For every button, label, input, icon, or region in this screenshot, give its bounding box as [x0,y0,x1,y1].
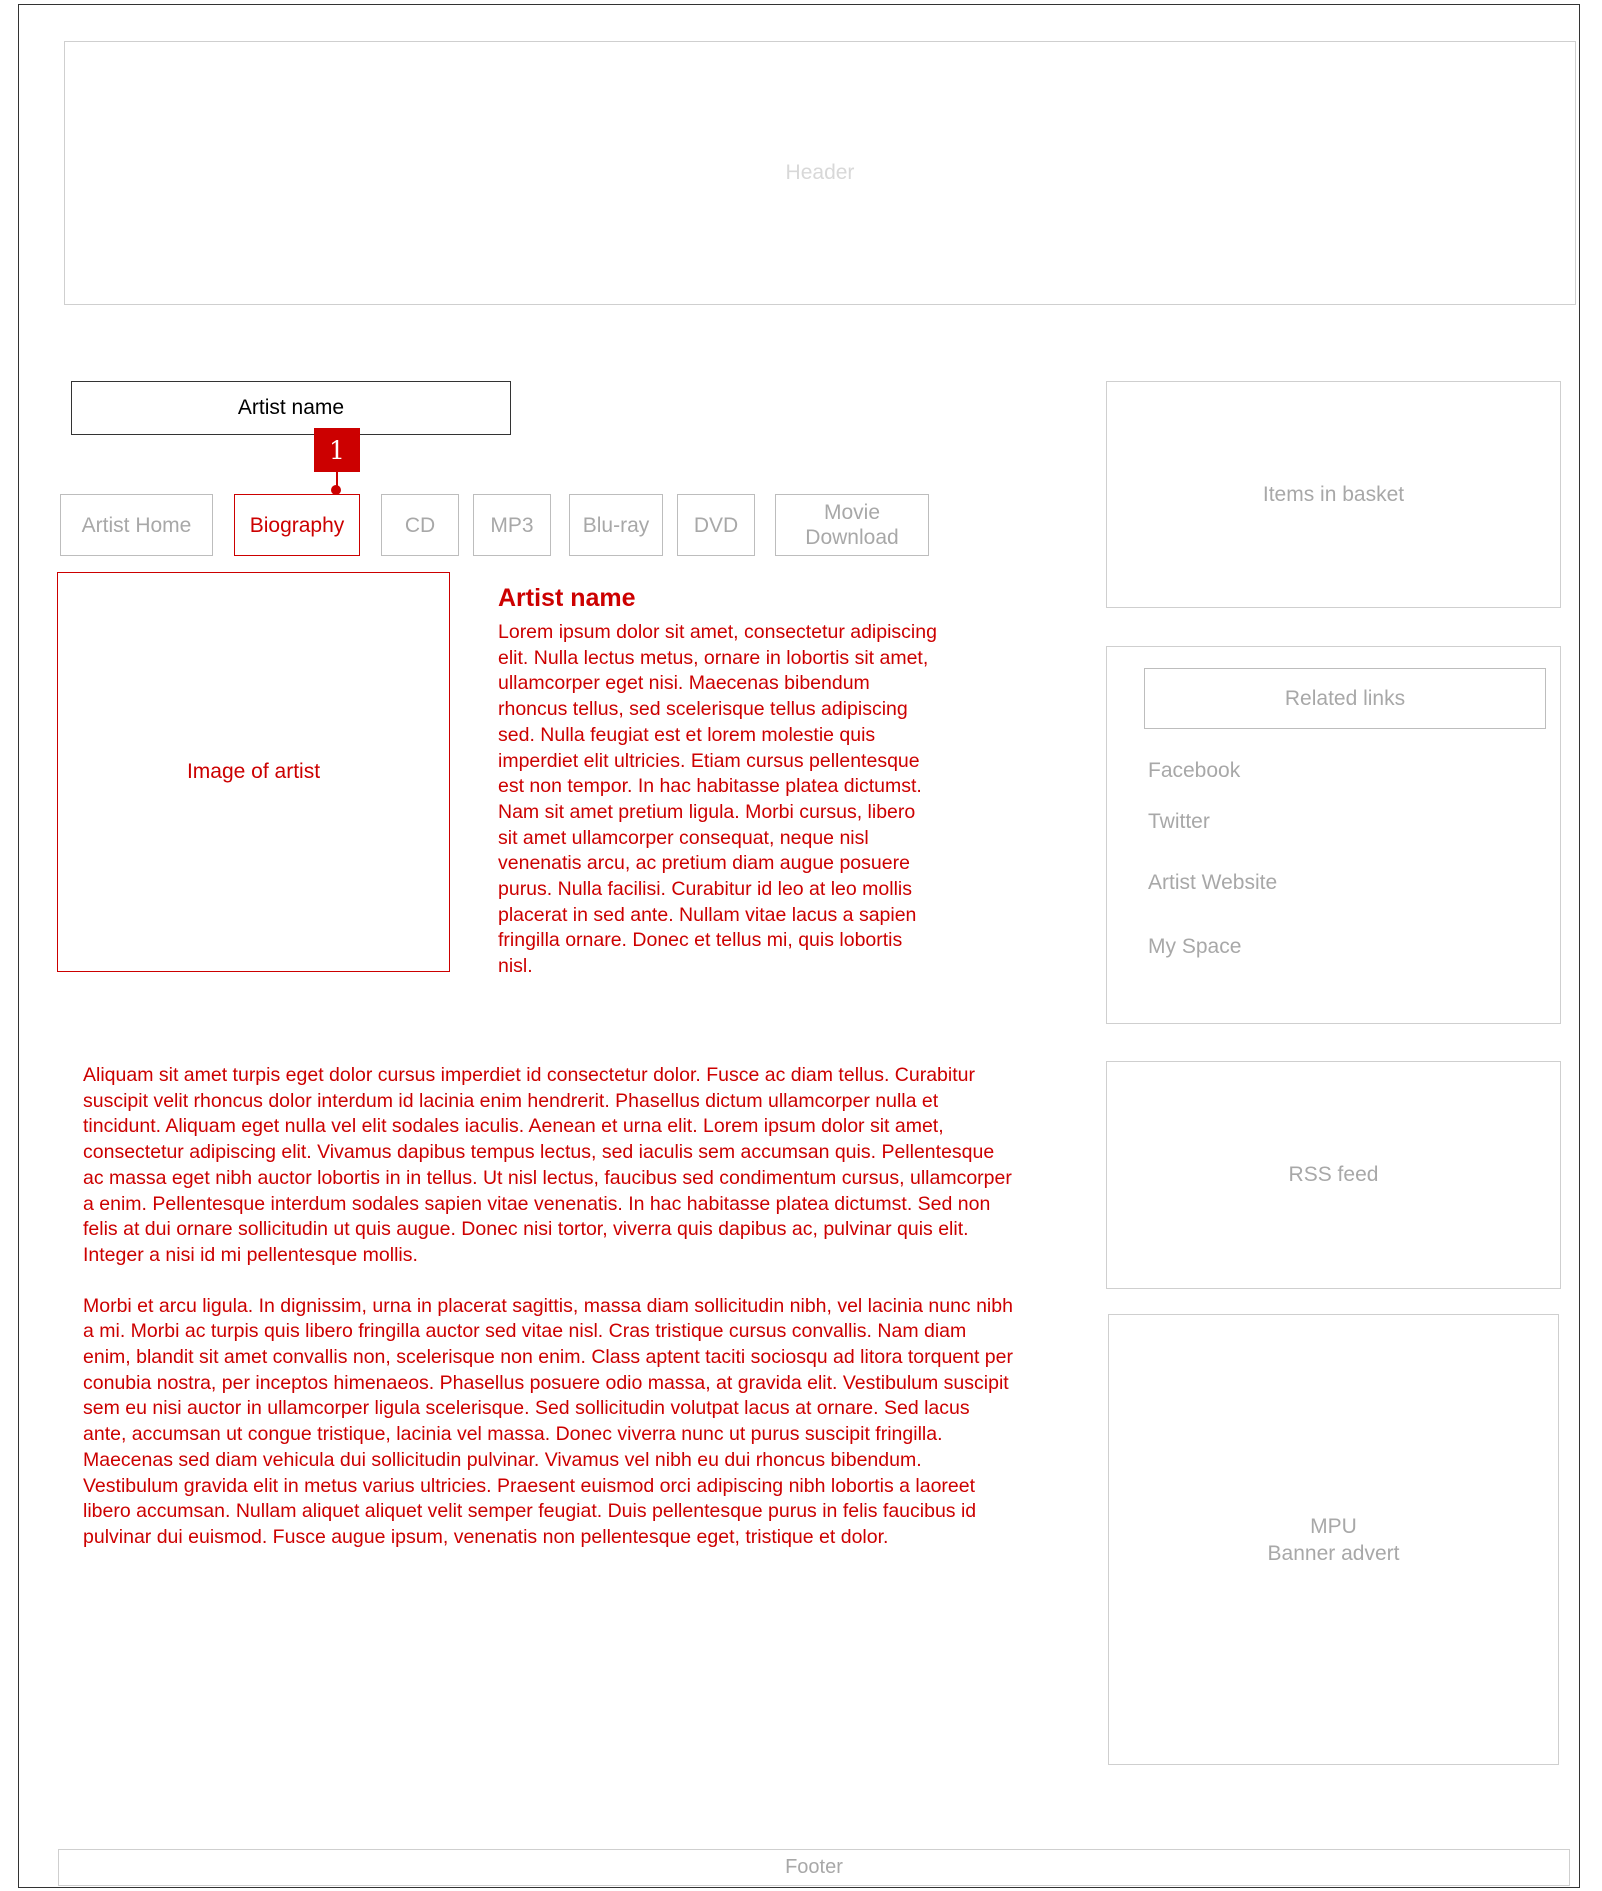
header-label: Header [785,161,855,184]
tab-artist-home[interactable]: Artist Home [60,494,213,556]
tab-biography[interactable]: Biography [234,494,360,556]
bio-paragraph-1: Aliquam sit amet turpis eget dolor cursu… [83,1064,1012,1266]
mpu-label: MPU [1310,1514,1357,1538]
related-links-panel: Related links Facebook Twitter Artist We… [1106,646,1561,1024]
mpu-banner-advert: MPU Banner advert [1108,1314,1559,1765]
tab-cd[interactable]: CD [381,494,459,556]
related-link-artist-website[interactable]: Artist Website [1148,871,1277,895]
related-links-title: Related links [1144,668,1546,729]
header-placeholder: Header [64,41,1576,305]
rss-feed-label: RSS feed [1288,1163,1379,1186]
related-link-twitter[interactable]: Twitter [1148,810,1210,834]
artist-image-label: Image of artist [186,760,321,783]
bio-body: Aliquam sit amet turpis eget dolor cursu… [83,1063,1018,1576]
bio-paragraph-2: Morbi et arcu ligula. In dignissim, urna… [83,1294,1013,1548]
footer-label: Footer [785,1856,843,1878]
basket-label: Items in basket [1262,482,1405,506]
related-link-facebook[interactable]: Facebook [1148,759,1240,783]
artist-image-placeholder: Image of artist [57,572,450,972]
tab-blu-ray[interactable]: Blu-ray [569,494,663,556]
tab-dvd[interactable]: DVD [677,494,755,556]
banner-advert-label: Banner advert [1267,1541,1400,1565]
artist-name-label: Artist name [71,381,511,435]
annotation-marker: 1 [314,428,360,472]
bio-intro-text: Lorem ipsum dolor sit amet, consectetur … [498,621,937,978]
tab-movie-download[interactable]: Movie Download [775,494,929,556]
tab-mp3[interactable]: MP3 [473,494,551,556]
related-link-my-space[interactable]: My Space [1148,935,1241,959]
footer-placeholder: Footer [58,1849,1570,1886]
bio-heading: Artist name [498,584,636,612]
basket-panel: Items in basket [1106,381,1561,608]
rss-feed-panel: RSS feed [1106,1061,1561,1289]
